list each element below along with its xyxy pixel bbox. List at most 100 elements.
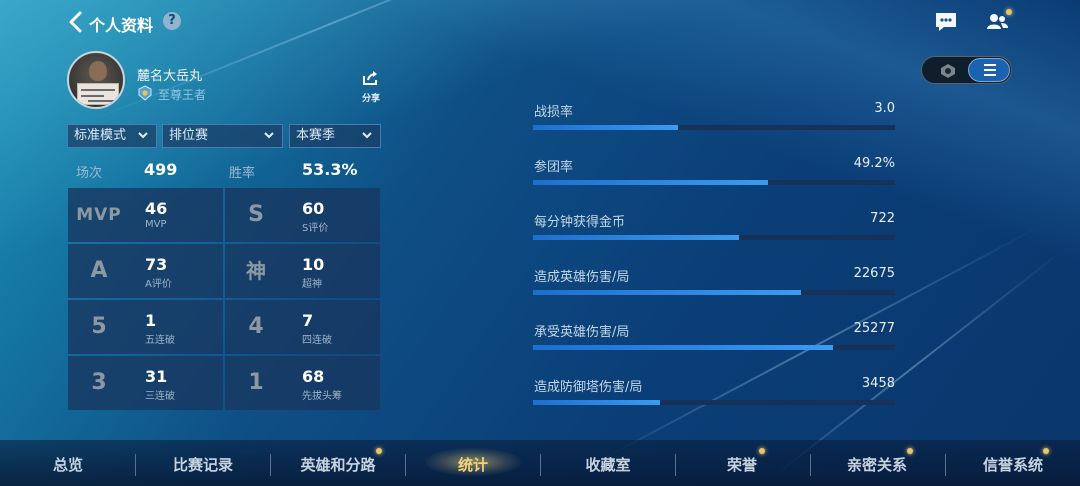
hexagon-icon	[941, 64, 955, 78]
notification-dot	[376, 448, 382, 454]
grid-cell-triple: 3 31 三连破	[68, 356, 223, 410]
stat-label: 参团率	[534, 160, 574, 175]
grid-value: 60	[302, 199, 325, 218]
tab-credit-system[interactable]: 信誉系统	[972, 454, 1054, 475]
help-icon[interactable]: ?	[163, 12, 181, 30]
stat-bar-track	[533, 125, 895, 130]
share-label: 分享	[361, 94, 380, 104]
tab-relationships[interactable]: 亲密关系	[836, 454, 918, 475]
notification-dot	[759, 448, 765, 454]
chat-icon[interactable]	[933, 10, 959, 34]
grid-label: S评价	[302, 223, 329, 234]
tab-statistics[interactable]: 统计	[443, 454, 503, 475]
avatar[interactable]	[67, 51, 125, 109]
grid-value: 10	[302, 255, 325, 274]
grid-cell-a: A 73 A评价	[68, 244, 223, 298]
a-rating-badge-icon: A	[90, 258, 108, 283]
tab-divider	[810, 454, 811, 476]
stat-bar-track	[533, 345, 895, 350]
chevron-down-icon	[264, 132, 274, 139]
tab-heroes-lanes[interactable]: 英雄和分路	[290, 454, 386, 475]
grid-value: 31	[145, 367, 168, 386]
notification-dot	[1043, 448, 1049, 454]
grid-label: 五连破	[145, 335, 175, 346]
view-toggle	[921, 56, 1012, 84]
s-rating-badge-icon: S	[248, 202, 264, 227]
tab-divider	[540, 454, 541, 476]
tab-divider	[135, 454, 136, 476]
share-icon	[363, 71, 377, 85]
triple-kill-badge-icon: 3	[91, 370, 107, 395]
grid-label: A评价	[145, 279, 172, 290]
tab-collection[interactable]: 收藏室	[572, 454, 644, 475]
stat-value: 3.0	[874, 101, 895, 116]
stat-label: 战损率	[534, 105, 574, 120]
grid-cell-s: S 60 S评价	[225, 188, 380, 242]
tab-divider	[945, 454, 946, 476]
tab-divider	[675, 454, 676, 476]
stat-label: 每分钟获得金币	[534, 215, 626, 230]
page-title: 个人资料	[89, 16, 154, 35]
chevron-down-icon	[362, 132, 372, 139]
quadra-kill-badge-icon: 4	[248, 314, 264, 339]
grid-cell-quadra: 4 7 四连破	[225, 300, 380, 354]
mode-dropdown[interactable]: 标准模式	[67, 124, 157, 148]
grid-label: 四连破	[302, 335, 332, 346]
winrate-label: 胜率	[229, 166, 256, 181]
tab-match-history[interactable]: 比赛记录	[160, 454, 246, 475]
winrate-value: 53.3%	[302, 160, 358, 179]
stat-value: 25277	[853, 321, 895, 336]
matches-value: 499	[144, 160, 178, 179]
tab-divider	[270, 454, 271, 476]
grid-cell-penta: 5 1 五连破	[68, 300, 223, 354]
stat-bar-fill	[533, 290, 801, 295]
grid-value: 73	[145, 255, 168, 274]
notification-dot	[1006, 9, 1012, 15]
stat-bar-track	[533, 180, 895, 185]
stat-label: 承受英雄伤害/局	[534, 325, 630, 340]
player-name: 麓名大岳丸	[137, 69, 203, 84]
mvp-badge-icon: MVP	[76, 205, 122, 225]
notification-dot	[907, 448, 913, 454]
stat-bar-fill	[533, 235, 740, 240]
grid-label: 三连破	[145, 391, 175, 402]
penta-kill-badge-icon: 5	[91, 314, 107, 339]
achievement-grid: MVP 46 MVP S 60 S评价 A 73 A评价 神 10 超神 5 1…	[68, 188, 380, 410]
avatar-face	[89, 61, 107, 81]
grid-value: 46	[145, 199, 168, 218]
tab-honors[interactable]: 荣誉	[716, 454, 768, 475]
chevron-down-icon	[138, 132, 148, 139]
rank-badge-icon	[138, 85, 152, 101]
tab-overview[interactable]: 总览	[40, 454, 96, 475]
grid-label: MVP	[145, 219, 167, 230]
stat-bar-track	[533, 235, 895, 240]
stat-value: 3458	[861, 376, 895, 391]
mode-dropdown-label: 标准模式	[74, 128, 127, 143]
rank-label: 至尊王者	[158, 88, 207, 102]
grid-value: 7	[302, 311, 314, 330]
stat-bar-track	[533, 400, 895, 405]
stat-value: 49.2%	[853, 156, 895, 171]
light-streak	[89, 0, 573, 122]
back-arrow-icon[interactable]	[66, 10, 86, 34]
season-dropdown[interactable]: 本赛季	[289, 124, 381, 148]
first-blood-badge-icon: 1	[248, 370, 264, 395]
matches-label: 场次	[76, 166, 103, 181]
match-type-dropdown-label: 排位赛	[169, 128, 209, 143]
season-dropdown-label: 本赛季	[296, 128, 336, 143]
grid-label: 超神	[302, 279, 322, 290]
stat-bar-fill	[533, 345, 834, 350]
godlike-badge-icon: 神	[246, 259, 266, 283]
tab-divider	[405, 454, 406, 476]
grid-cell-first-blood: 1 68 先拔头筹	[225, 356, 380, 410]
grid-value: 1	[145, 311, 157, 330]
grid-cell-mvp: MVP 46 MVP	[68, 188, 223, 242]
stat-bar-fill	[533, 400, 660, 405]
grid-cell-godlike: 神 10 超神	[225, 244, 380, 298]
stat-bar-fill	[533, 180, 769, 185]
stat-label: 造成英雄伤害/局	[534, 270, 630, 285]
match-type-dropdown[interactable]: 排位赛	[162, 124, 283, 148]
list-view-toggle[interactable]	[968, 58, 1010, 82]
share-button[interactable]: 分享	[359, 70, 383, 104]
overview-view-toggle[interactable]	[930, 61, 966, 80]
